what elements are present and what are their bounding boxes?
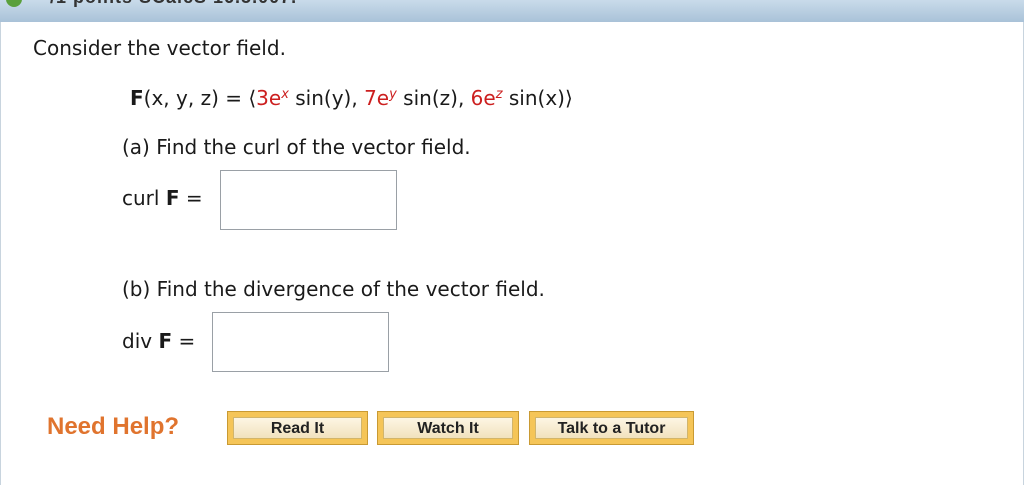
talk-to-tutor-label: Talk to a Tutor (535, 417, 688, 439)
eq-c3-coef: 6e (470, 86, 496, 110)
curl-answer-input[interactable] (220, 170, 397, 230)
watch-it-button[interactable]: Watch It (377, 411, 519, 445)
eq-sep2: , (457, 86, 471, 110)
talk-to-tutor-button[interactable]: Talk to a Tutor (529, 411, 694, 445)
eq-c3-exp: z (495, 87, 503, 102)
eq-args: (x, y, z) = (143, 86, 249, 110)
need-help-heading: Need Help? (47, 413, 180, 440)
eq-sep1: , (351, 86, 365, 110)
eq-c2-coef: 7e (364, 86, 390, 110)
eq-close-bracket: ⟩ (564, 86, 573, 110)
curl-F: F (165, 186, 180, 210)
vector-field-equation: F(x, y, z) = ⟨3ex sin(y), 7ey sin(z), 6e… (130, 86, 573, 110)
eq-c2-func: sin(z) (396, 86, 458, 110)
watch-it-label: Watch It (383, 417, 513, 439)
div-F: F (158, 329, 173, 353)
curl-equals: = (179, 186, 203, 210)
div-label: div F = (122, 329, 195, 353)
question-intro: Consider the vector field. (33, 36, 286, 60)
part-b-prompt: (b) Find the divergence of the vector fi… (122, 277, 545, 301)
div-equals: = (172, 329, 196, 353)
eq-c1-func: sin(y) (288, 86, 352, 110)
eq-F: F (130, 86, 144, 110)
eq-c1-exp: x (281, 87, 289, 102)
points-label: /1 points SCalcS 16.5.007. (50, 0, 297, 8)
eq-c3-func: sin(x) (502, 86, 565, 110)
divergence-answer-input[interactable] (212, 312, 389, 372)
eq-c1-coef: 3e (256, 86, 282, 110)
div-word: div (122, 329, 153, 353)
curl-word: curl (122, 186, 160, 210)
read-it-button[interactable]: Read It (227, 411, 368, 445)
part-a-prompt: (a) Find the curl of the vector field. (122, 135, 471, 159)
question-header-bar: /1 points SCalcS 16.5.007. (0, 0, 1024, 22)
eq-c2-exp: y (389, 87, 397, 102)
curl-label: curl F = (122, 186, 203, 210)
eq-open-bracket: ⟨ (248, 86, 257, 110)
read-it-label: Read It (233, 417, 362, 439)
